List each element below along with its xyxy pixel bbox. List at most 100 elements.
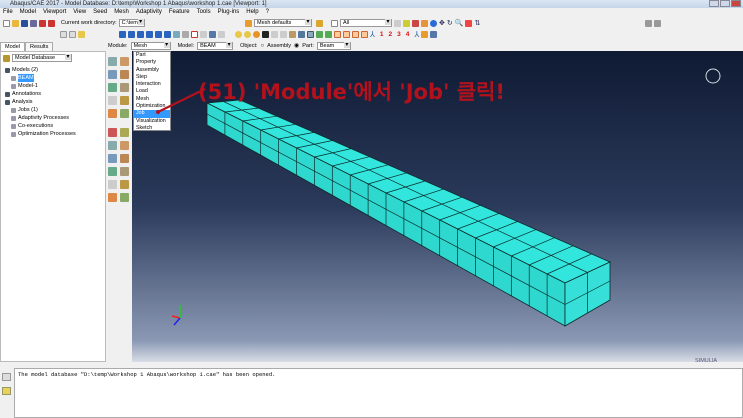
parts-icon[interactable]	[307, 30, 314, 38]
shaded-icon[interactable]	[78, 30, 85, 38]
color-code-icon[interactable]	[262, 30, 269, 38]
toolbox-tool-icon[interactable]	[120, 70, 129, 79]
toolbox-tool-icon[interactable]	[108, 70, 117, 79]
pan-icon[interactable]: ✥	[439, 19, 445, 27]
selection-options-icon[interactable]	[394, 19, 401, 27]
part-radio[interactable]: ◉	[294, 42, 299, 49]
message-area-icon[interactable]	[2, 373, 11, 381]
toolbox-tool-icon[interactable]	[108, 141, 117, 150]
toolbox-tool-icon[interactable]	[120, 193, 129, 202]
arrow-icon[interactable]	[200, 30, 207, 38]
open-icon[interactable]	[12, 19, 19, 27]
view-back-icon[interactable]	[128, 30, 135, 38]
tree-item[interactable]: Models (2)	[1, 66, 105, 74]
module-combo[interactable]: Mesh	[130, 41, 171, 50]
triad-icon[interactable]: ⅄	[414, 30, 419, 39]
tree-item[interactable]: Co-executions	[1, 122, 105, 130]
menu-adaptivity[interactable]: Adaptivity	[136, 8, 162, 17]
print-icon[interactable]	[30, 19, 37, 27]
csys2-icon[interactable]	[343, 30, 350, 38]
menu-view[interactable]: View	[73, 8, 86, 17]
module-option-part[interactable]: Part	[134, 52, 170, 59]
view-bottom-icon[interactable]	[146, 30, 153, 38]
tree-item[interactable]: Annotations	[1, 90, 105, 98]
tree-item[interactable]: Optimization Processes	[1, 130, 105, 138]
csys4-icon[interactable]	[361, 30, 368, 38]
display-group-icon[interactable]	[316, 19, 323, 27]
select-cursor-icon[interactable]	[331, 19, 338, 27]
minimize-button[interactable]	[709, 0, 719, 7]
csys-icon[interactable]	[334, 30, 341, 38]
menu-seed[interactable]: Seed	[93, 8, 107, 17]
assembly-radio[interactable]: ○	[261, 43, 265, 49]
mesh-defaults-combo[interactable]: Mesh defaults	[254, 19, 312, 27]
mesh-display-icon[interactable]	[289, 30, 296, 38]
toolbox-tool-icon[interactable]	[108, 180, 117, 189]
toolbox-tool-icon[interactable]	[108, 193, 117, 202]
view-1-button[interactable]: 1	[380, 31, 384, 38]
view-2-button[interactable]: 2	[389, 31, 393, 38]
wireframe-icon[interactable]	[60, 30, 67, 38]
toolbox-tool-icon[interactable]	[120, 57, 129, 66]
view-left-icon[interactable]	[155, 30, 162, 38]
render-icon[interactable]	[421, 19, 428, 27]
view-3-button[interactable]: 3	[397, 31, 401, 38]
toolbox-tool-icon[interactable]	[108, 167, 117, 176]
light-icon[interactable]	[244, 30, 251, 38]
export-icon[interactable]	[48, 19, 55, 27]
menu-file[interactable]: File	[3, 8, 13, 17]
menu-mesh[interactable]: Mesh	[114, 8, 129, 17]
csys3-icon[interactable]	[352, 30, 359, 38]
toolbox-tool-icon[interactable]	[120, 83, 129, 92]
toolbox-tool-icon[interactable]	[108, 128, 117, 137]
hidden-icon[interactable]	[69, 30, 76, 38]
fit-view-icon[interactable]	[465, 19, 473, 27]
tab-results[interactable]: Results	[24, 42, 54, 51]
view-front-icon[interactable]	[119, 30, 126, 38]
undo-icon[interactable]	[271, 30, 278, 38]
text-annotation-icon[interactable]	[191, 30, 198, 38]
menu-viewport[interactable]: Viewport	[43, 8, 66, 17]
table-icon[interactable]	[209, 30, 216, 38]
close-button[interactable]	[731, 0, 741, 7]
sphere-icon[interactable]	[235, 30, 242, 38]
shaded-mesh-icon[interactable]	[316, 30, 323, 38]
toolbox-tool-icon[interactable]	[120, 128, 129, 137]
module-option-sketch[interactable]: Sketch	[134, 125, 170, 132]
cascade-icon[interactable]	[654, 19, 661, 27]
swap-icon[interactable]: ⇅	[474, 19, 480, 27]
menu-model[interactable]: Model	[20, 8, 36, 17]
view-top-icon[interactable]	[137, 30, 144, 38]
module-option-property[interactable]: Property	[134, 59, 170, 66]
import-icon[interactable]	[39, 19, 46, 27]
work-dir-combo[interactable]: C:\temp	[118, 19, 145, 27]
box-select-icon[interactable]	[403, 19, 410, 27]
geometry-icon[interactable]	[298, 30, 305, 38]
toolbox-tool-icon[interactable]	[120, 109, 129, 118]
toolbox-tool-icon[interactable]	[120, 180, 129, 189]
toolbox-tool-icon[interactable]	[120, 167, 129, 176]
module-option-assembly[interactable]: Assembly	[134, 67, 170, 74]
model-combo[interactable]: BEAM	[197, 41, 234, 50]
menu-tools[interactable]: Tools	[197, 8, 211, 17]
toolbox-tool-icon[interactable]	[120, 96, 129, 105]
redo-icon[interactable]	[280, 30, 287, 38]
toolbox-tool-icon[interactable]	[120, 141, 129, 150]
tile-icon[interactable]	[645, 19, 652, 27]
tree-root-combo[interactable]: Model Database	[12, 54, 72, 62]
selection-filter-combo[interactable]: All	[340, 19, 392, 27]
maximize-button[interactable]	[720, 0, 730, 7]
tab-model[interactable]: Model	[0, 42, 25, 51]
new-icon[interactable]	[3, 19, 10, 27]
query-icon[interactable]	[412, 19, 419, 27]
module-option-step[interactable]: Step	[134, 74, 170, 81]
python-console-icon[interactable]	[2, 387, 11, 395]
menu-[interactable]: ?	[266, 8, 269, 17]
info-icon[interactable]	[430, 19, 437, 27]
menu-feature[interactable]: Feature	[169, 8, 190, 17]
save-icon[interactable]	[21, 19, 28, 27]
part-combo[interactable]: Beam	[316, 41, 351, 50]
toolbox-tool-icon[interactable]	[108, 96, 117, 105]
grid-icon[interactable]	[430, 30, 438, 38]
check-icon[interactable]	[325, 30, 332, 38]
